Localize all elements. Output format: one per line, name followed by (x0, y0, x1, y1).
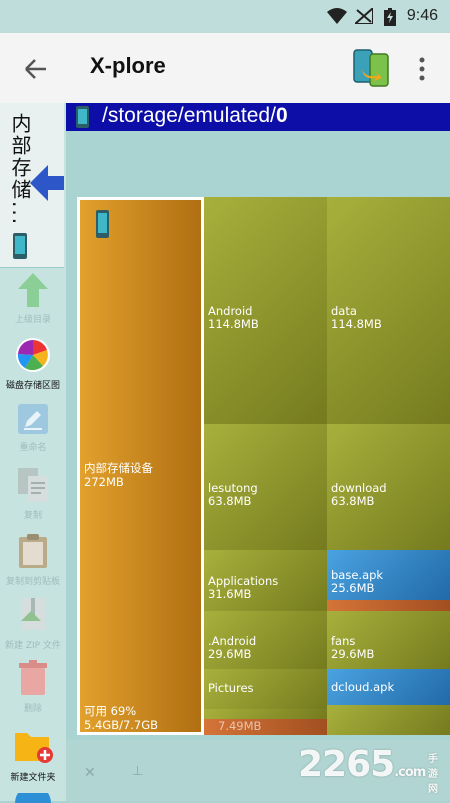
storage-tab[interactable]: 内部存储... (0, 103, 64, 268)
rename-icon (18, 404, 48, 434)
more-options-icon[interactable] (414, 55, 430, 83)
clipboard-icon (19, 534, 47, 568)
trash-icon (19, 660, 47, 695)
arrow-left-icon (30, 165, 64, 201)
current-path: /storage/emulated/0 (102, 104, 288, 128)
watermark-sub: .com (394, 765, 426, 780)
disk-map-small-block[interactable] (204, 709, 327, 719)
disk-map-small-block[interactable] (327, 705, 450, 735)
item-name: dcloud.apk (331, 680, 395, 694)
path-bar[interactable]: /storage/emulated/0 (66, 103, 450, 131)
item-name: Pictures (208, 681, 254, 695)
root-free-size: 5.4GB/7.7GB (84, 718, 159, 732)
watermark-main: 2265 (298, 744, 395, 785)
back-arrow-icon[interactable] (22, 55, 50, 83)
path-last-segment: 0 (275, 104, 288, 127)
watermark-logo: 2265.com 手游网 (298, 744, 438, 795)
tool-new-folder[interactable]: 新建文件夹 (0, 727, 66, 783)
item-size: 63.8MB (208, 494, 252, 508)
disk-map-item[interactable]: 7.49MB (204, 719, 327, 735)
root-name: 内部存储设备 (84, 461, 153, 475)
zip-icon (21, 598, 45, 630)
disk-map-item[interactable]: Pictures (204, 669, 327, 709)
battery-icon (384, 8, 396, 26)
tool-label: 复制到剪贴板 (5, 577, 60, 587)
item-size: 114.8MB (208, 317, 259, 331)
item-size: 29.6MB (208, 647, 252, 661)
tool-label: 删除 (23, 704, 42, 714)
disk-map-root[interactable]: 内部存储设备 272MB 可用 69% 5.4GB/7.7GB (77, 197, 204, 735)
tool-copy-clipboard[interactable]: 复制到剪贴板 (0, 533, 66, 587)
disk-map-item[interactable]: data 114.8MB (327, 197, 450, 424)
status-time: 9:46 (406, 7, 438, 24)
item-size: 7.49MB (218, 719, 262, 733)
tool-label: 重命名 (19, 443, 47, 453)
disk-map-item[interactable]: lesutong 63.8MB (204, 424, 327, 550)
path-prefix: /storage/emulated/ (102, 104, 276, 127)
disk-map-item[interactable]: download 63.8MB (327, 424, 450, 550)
disk-map-small-block[interactable] (327, 600, 450, 611)
disk-map-item[interactable]: Android 114.8MB (204, 197, 327, 424)
tool-parent-folder[interactable]: 上级目录 (0, 273, 66, 325)
tool-rename[interactable]: 重命名 (0, 403, 66, 453)
app-toolbar: X-plore (0, 33, 450, 103)
wifi-icon (327, 8, 347, 24)
watermark-tag: 手游网 (428, 754, 438, 795)
phone-icon (96, 210, 109, 238)
tool-label: 复制 (23, 511, 42, 521)
item-size: 63.8MB (331, 494, 375, 508)
tool-new-zip[interactable]: 新建 ZIP 文件 (0, 597, 66, 651)
dual-pane-icon[interactable] (352, 48, 390, 88)
tool-label: 新建文件夹 (10, 773, 56, 783)
disk-map-item[interactable]: Applications 31.6MB (204, 550, 327, 611)
tool-label: 新建 ZIP 文件 (5, 641, 61, 651)
app-title: X-plore (90, 53, 166, 78)
disk-map-item[interactable]: dcloud.apk (327, 669, 450, 705)
tool-label: 上级目录 (14, 315, 51, 325)
item-size: 25.6MB (331, 581, 375, 595)
status-bar: 9:46 (0, 0, 450, 33)
sidebar: 内部存储... 上级目录 磁盘存储区图 重命名 复制 复制到剪贴板 新建 ZIP… (0, 103, 66, 803)
tool-disk-map[interactable]: 磁盘存储区图 (0, 337, 66, 391)
item-size: 114.8MB (331, 317, 382, 331)
signal-icon (355, 8, 373, 24)
circle-button-icon[interactable] (15, 793, 51, 803)
disk-map-item[interactable]: base.apk 25.6MB (327, 550, 450, 600)
item-size: 29.6MB (331, 647, 375, 661)
root-free-label: 可用 69% (84, 704, 137, 718)
phone-icon (76, 106, 89, 128)
up-arrow-icon (18, 273, 48, 307)
disk-map-icon (16, 338, 50, 372)
disk-map: 内部存储设备 272MB 可用 69% 5.4GB/7.7GB Android … (77, 197, 450, 735)
item-size: 31.6MB (208, 587, 252, 601)
tool-copy[interactable]: 复制 (0, 467, 66, 521)
close-icon[interactable]: ✕ (84, 765, 96, 781)
tool-label: 磁盘存储区图 (5, 381, 60, 391)
new-folder-icon (15, 733, 53, 763)
phone-icon (13, 233, 27, 259)
sort-icon[interactable]: ⊥ (132, 764, 143, 779)
disk-map-item[interactable]: fans 29.6MB (327, 611, 450, 669)
root-size: 272MB (84, 475, 124, 489)
copy-icon (18, 468, 48, 502)
tool-delete[interactable]: 删除 (0, 660, 66, 714)
disk-map-item[interactable]: .Android 29.6MB (204, 611, 327, 669)
